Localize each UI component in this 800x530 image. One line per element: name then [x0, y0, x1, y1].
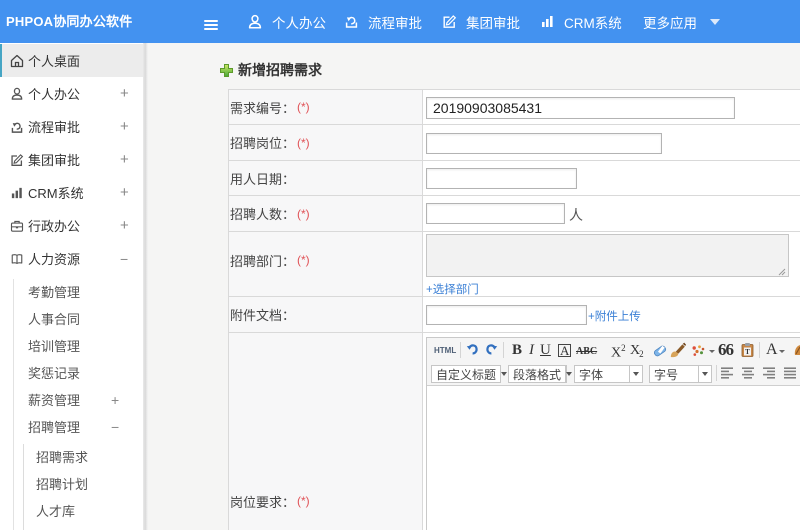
svg-text:T: T [745, 348, 750, 356]
